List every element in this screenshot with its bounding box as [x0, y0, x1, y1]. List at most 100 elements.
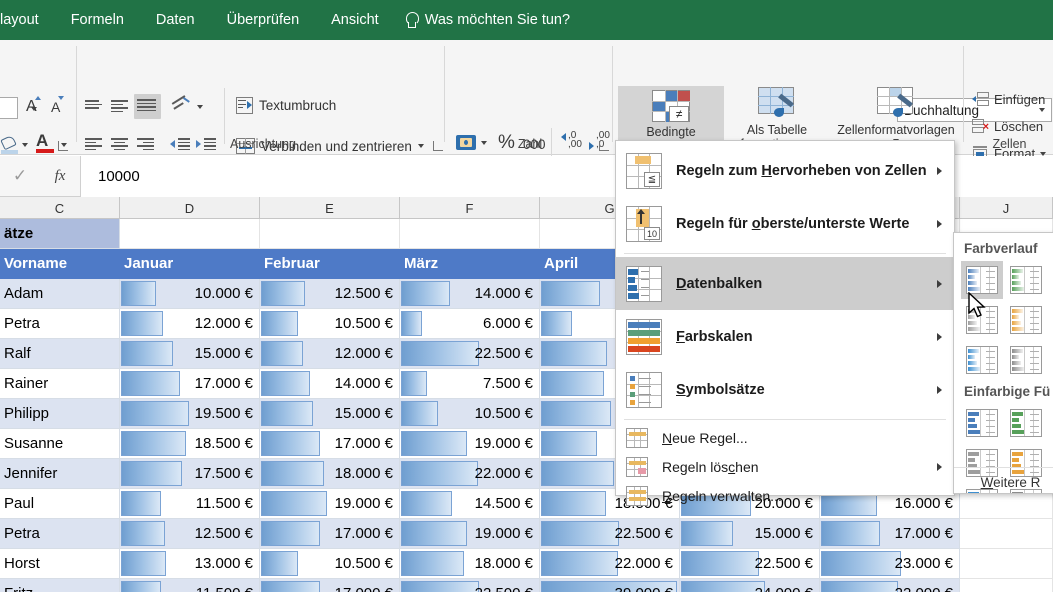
cell-empty[interactable]: [960, 579, 1053, 592]
cell-value[interactable]: 17.000 €: [260, 519, 400, 549]
cell-title[interactable]: ätze: [0, 219, 120, 249]
gallery-item[interactable]: [1005, 301, 1047, 339]
column-header-e[interactable]: E: [260, 197, 400, 219]
column-title-cell[interactable]: Februar: [260, 249, 400, 279]
tab-daten[interactable]: Daten: [140, 0, 211, 40]
cell-value[interactable]: 19.000 €: [400, 519, 540, 549]
data-bars-gallery-flyout[interactable]: Farbverlauf Einfarbige Fü Weitere R: [953, 232, 1053, 494]
cell-value[interactable]: 10.500 €: [400, 399, 540, 429]
cell-name[interactable]: Paul: [0, 489, 120, 519]
cell-name[interactable]: Ralf: [0, 339, 120, 369]
font-size-combo[interactable]: [0, 97, 18, 119]
cell-value[interactable]: 22.500 €: [540, 519, 680, 549]
cell-value[interactable]: 7.500 €: [400, 369, 540, 399]
cell-name[interactable]: Adam: [0, 279, 120, 309]
gallery-item[interactable]: [1005, 261, 1047, 299]
cell-name[interactable]: Rainer: [0, 369, 120, 399]
cell-value[interactable]: 11.500 €: [120, 489, 260, 519]
table-row[interactable]: Petra 12.500 € 17.000 € 19.000 € 22.500 € 15.…: [0, 519, 1053, 549]
cell-value[interactable]: 13.000 €: [120, 549, 260, 579]
column-header-j[interactable]: J: [960, 197, 1053, 219]
align-bottom-icon[interactable]: [134, 94, 161, 119]
cell-value[interactable]: 17.000 €: [260, 429, 400, 459]
column-title-cell[interactable]: Vorname: [0, 249, 120, 279]
orientation-icon[interactable]: [170, 95, 192, 116]
cell-value[interactable]: 11.500 €: [120, 579, 260, 592]
shrink-font-button[interactable]: A: [51, 99, 60, 115]
cell-empty[interactable]: [400, 219, 540, 249]
number-dialog-launcher[interactable]: [597, 139, 610, 152]
confirm-entry-icon[interactable]: ✓: [0, 166, 40, 186]
cell-value[interactable]: 10.500 €: [260, 549, 400, 579]
column-title-cell[interactable]: März: [400, 249, 540, 279]
cell-value[interactable]: 22.000 €: [540, 549, 680, 579]
cell-value[interactable]: 10.000 €: [120, 279, 260, 309]
menu-item-highlight-cells-rules[interactable]: ≦ Regeln zum Hervorheben von Zellen: [616, 144, 954, 197]
gallery-item[interactable]: [1005, 404, 1047, 442]
tab-ueberpruefen[interactable]: Überprüfen: [211, 0, 316, 40]
cell-name[interactable]: Horst: [0, 549, 120, 579]
gallery-item[interactable]: [1005, 341, 1047, 379]
cell-empty[interactable]: [120, 219, 260, 249]
cell-value[interactable]: 22.500 €: [400, 339, 540, 369]
cell-value[interactable]: 18.500 €: [120, 429, 260, 459]
more-rules-link[interactable]: Weitere R: [954, 467, 1053, 490]
cell-value[interactable]: 22.500 €: [680, 549, 820, 579]
cell-value[interactable]: 24.000 €: [680, 579, 820, 592]
cell-value[interactable]: 12.000 €: [260, 339, 400, 369]
cell-value[interactable]: 12.500 €: [260, 279, 400, 309]
cell-value[interactable]: 19.500 €: [120, 399, 260, 429]
cell-value[interactable]: 15.000 €: [680, 519, 820, 549]
fill-color-dropdown-icon[interactable]: [22, 143, 28, 147]
column-header-f[interactable]: F: [400, 197, 540, 219]
cell-value[interactable]: 17.000 €: [260, 579, 400, 592]
cell-value[interactable]: 19.000 €: [400, 429, 540, 459]
cell-styles-button[interactable]: Zellenformatvorlagen: [828, 86, 964, 143]
cell-value[interactable]: 15.000 €: [260, 399, 400, 429]
gallery-item[interactable]: [961, 404, 1003, 442]
fill-color-icon[interactable]: [0, 134, 18, 154]
grow-font-button[interactable]: A: [26, 98, 37, 116]
gallery-item[interactable]: [961, 341, 1003, 379]
cell-value[interactable]: 6.000 €: [400, 309, 540, 339]
menu-item-data-bars[interactable]: Datenbalken: [616, 257, 954, 310]
cell-value[interactable]: 19.000 €: [260, 489, 400, 519]
menu-item-new-rule[interactable]: Neue Regel...: [616, 423, 954, 452]
cell-name[interactable]: Jennifer: [0, 459, 120, 489]
cell-value[interactable]: 14.000 €: [260, 369, 400, 399]
cell-value[interactable]: 22.000 €: [400, 459, 540, 489]
menu-item-icon-sets[interactable]: Symbolsätze: [616, 363, 954, 416]
cell-name[interactable]: Susanne: [0, 429, 120, 459]
column-title-cell[interactable]: Januar: [120, 249, 260, 279]
tell-me-box[interactable]: Was möchten Sie tun?: [395, 11, 570, 29]
insert-function-icon[interactable]: fx: [40, 168, 80, 185]
cell-value[interactable]: 15.000 €: [120, 339, 260, 369]
cell-value[interactable]: 12.000 €: [120, 309, 260, 339]
cell-empty[interactable]: [960, 519, 1053, 549]
cell-empty[interactable]: [260, 219, 400, 249]
cell-value[interactable]: 23.000 €: [820, 549, 960, 579]
table-row[interactable]: Horst 13.000 € 10.500 € 18.000 € 22.000 € 22.…: [0, 549, 1053, 579]
table-row[interactable]: Fritz 11.500 € 17.000 € 22.500 € 39.000 € 24.…: [0, 579, 1053, 592]
align-middle-icon[interactable]: [108, 96, 131, 118]
column-header-c[interactable]: C: [0, 197, 120, 219]
cell-value[interactable]: 10.500 €: [260, 309, 400, 339]
cell-empty[interactable]: [960, 549, 1053, 579]
cell-value[interactable]: 12.500 €: [120, 519, 260, 549]
cell-value[interactable]: 17.000 €: [120, 369, 260, 399]
delete-cells-button[interactable]: × Löschen: [972, 119, 1043, 134]
tab-seitenlayout[interactable]: layout: [0, 0, 55, 40]
cell-name[interactable]: Petra: [0, 519, 120, 549]
menu-item-top-bottom-rules[interactable]: 10 Regeln für oberste/unterste Werte: [616, 197, 954, 250]
cell-value[interactable]: 22.000 €: [820, 579, 960, 592]
cell-name[interactable]: Petra: [0, 309, 120, 339]
conditional-formatting-menu[interactable]: ≦ Regeln zum Hervorheben von Zellen 10 Rege…: [615, 140, 955, 506]
cell-value[interactable]: 14.500 €: [400, 489, 540, 519]
cell-value[interactable]: 14.000 €: [400, 279, 540, 309]
insert-cells-button[interactable]: Einfügen: [972, 92, 1045, 107]
cell-value[interactable]: 17.000 €: [820, 519, 960, 549]
cell-name[interactable]: Philipp: [0, 399, 120, 429]
wrap-text-button[interactable]: Textumbruch: [236, 97, 336, 114]
cell-value[interactable]: 39.000 €: [540, 579, 680, 592]
tab-formeln[interactable]: Formeln: [55, 0, 140, 40]
